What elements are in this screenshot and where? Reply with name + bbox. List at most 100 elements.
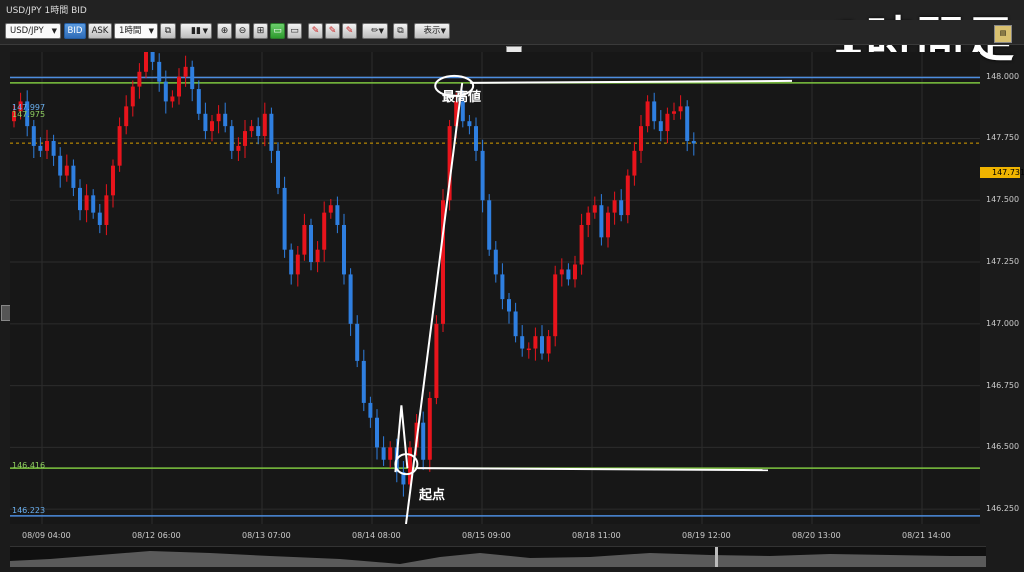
navigator-sparkline [10,547,986,567]
symbol-select[interactable]: USD/JPY ▼ [5,23,61,39]
candle-bear [203,113,208,132]
candle-bear [507,299,511,312]
candle-bear [487,200,492,250]
candlestick-chart[interactable] [10,52,980,524]
bid-button[interactable]: BID [64,23,86,39]
y-tick-label: 146.250 [986,504,1020,514]
candle-bear [190,66,195,90]
y-tick-label: 146.750 [986,380,1020,390]
candle-bull [236,145,241,151]
candle-bear [256,126,261,137]
copy-icon: ⧉ [397,26,404,36]
order-button-1[interactable]: ✎ [308,23,323,39]
candle-bear [540,336,544,354]
navigator-bar[interactable] [10,546,986,567]
candle-bear [269,113,274,151]
y-tick-label: 147.750 [986,133,1020,143]
candle-bull [592,205,597,213]
candle-bull [249,126,254,132]
x-tick-label: 08/21 14:00 [902,531,951,540]
candle-bear [71,165,76,188]
window-icon: ▭ [290,26,299,36]
draw-tool-button[interactable]: ✏ ▼ [362,23,388,39]
layout-button[interactable]: ⊞ [253,23,268,39]
candle-bull [177,76,181,97]
candle-bear [348,274,353,324]
candle-bear [493,249,498,275]
candle-bear [599,205,604,238]
chevron-down-icon: ▼ [440,27,446,35]
candle-bull [295,254,300,275]
level-tag-146-416: 146.416 [12,461,46,470]
candle-bull [111,165,115,196]
y-tick-label: 147.000 [986,318,1020,328]
x-tick-label: 08/09 04:00 [22,531,71,540]
chart-canvas [10,52,980,524]
candle-bull [315,249,320,263]
copy-button[interactable]: ⧉ [393,23,408,39]
x-tick-label: 08/13 07:00 [242,531,291,540]
candle-bull [64,165,69,176]
candle-bull [606,212,610,238]
candle-bear [97,212,102,225]
candle-bull [322,212,327,250]
candle-bear [658,121,663,132]
display-menu-button[interactable]: 表示 ▼ [414,23,450,39]
candle-bear [421,422,426,460]
candle-bear [157,61,162,82]
zoom-out-button[interactable]: ⊖ [235,23,250,39]
candle-bear [355,323,360,361]
candle-bull [427,397,432,460]
link-button[interactable]: ⧉ [160,23,176,39]
candle-bear [196,89,201,114]
candle-bear [309,224,313,263]
ask-button[interactable]: ASK [88,23,112,39]
candle-bull [170,96,175,102]
candle-bull [639,126,643,151]
timeframe-select[interactable]: 1時間 ▼ [114,23,158,39]
candle-bear [91,195,96,213]
candle-bear [467,121,472,127]
candle-bull [137,71,142,87]
candle-bull [104,195,109,225]
candle-bear [619,200,624,216]
order-icon: ✎ [311,26,320,36]
candle-bull [672,111,676,114]
window-button[interactable]: ▭ [287,23,302,39]
start-annotation: 起点 [419,488,446,503]
candle-bear [335,205,340,225]
candle-bull [302,224,307,255]
candle-bull [243,131,247,146]
candle-bear [38,145,43,151]
candle-bull [45,140,49,151]
corner-settings-button[interactable]: ▤ [994,25,1012,43]
candle-bull [579,224,584,265]
order-button-3[interactable]: ✎ [342,23,357,39]
zoom-in-button[interactable]: ⊕ [217,23,232,39]
x-tick-label: 08/18 11:00 [572,531,621,540]
candle-bull [645,101,650,127]
zoom-in-icon: ⊕ [220,26,229,36]
candle-bear [58,155,63,176]
panel-icon: ▭ [273,26,282,36]
chevron-down-icon: ▼ [378,27,384,35]
toolbar: USD/JPY ▼ BID ASK 1時間 ▼ ⧉ ▮▮ ▼ ⊕ ⊖ ⊞ ▭ ▭ … [0,20,1024,45]
candle-bear [480,150,485,201]
y-tick-label: 148.000 [986,71,1020,81]
candle-bull [665,113,670,132]
candle-bull [546,336,551,354]
settings-icon: ▤ [999,30,1007,37]
panel-toggle-button[interactable]: ▭ [270,23,285,39]
grid-icon: ⊞ [256,26,265,36]
y-tick-label: 147.500 [986,195,1020,205]
candle-bull [586,212,591,225]
order-button-2[interactable]: ✎ [325,23,340,39]
candle-bear [282,187,287,250]
candle-bear [652,101,657,122]
candle-bull [183,66,188,77]
candle-bear [289,249,294,275]
chart-type-button[interactable]: ▮▮ ▼ [180,23,212,39]
bar-chart-icon: ▮▮ [191,26,201,36]
candle-bull [526,348,531,351]
candle-bull [678,106,683,112]
